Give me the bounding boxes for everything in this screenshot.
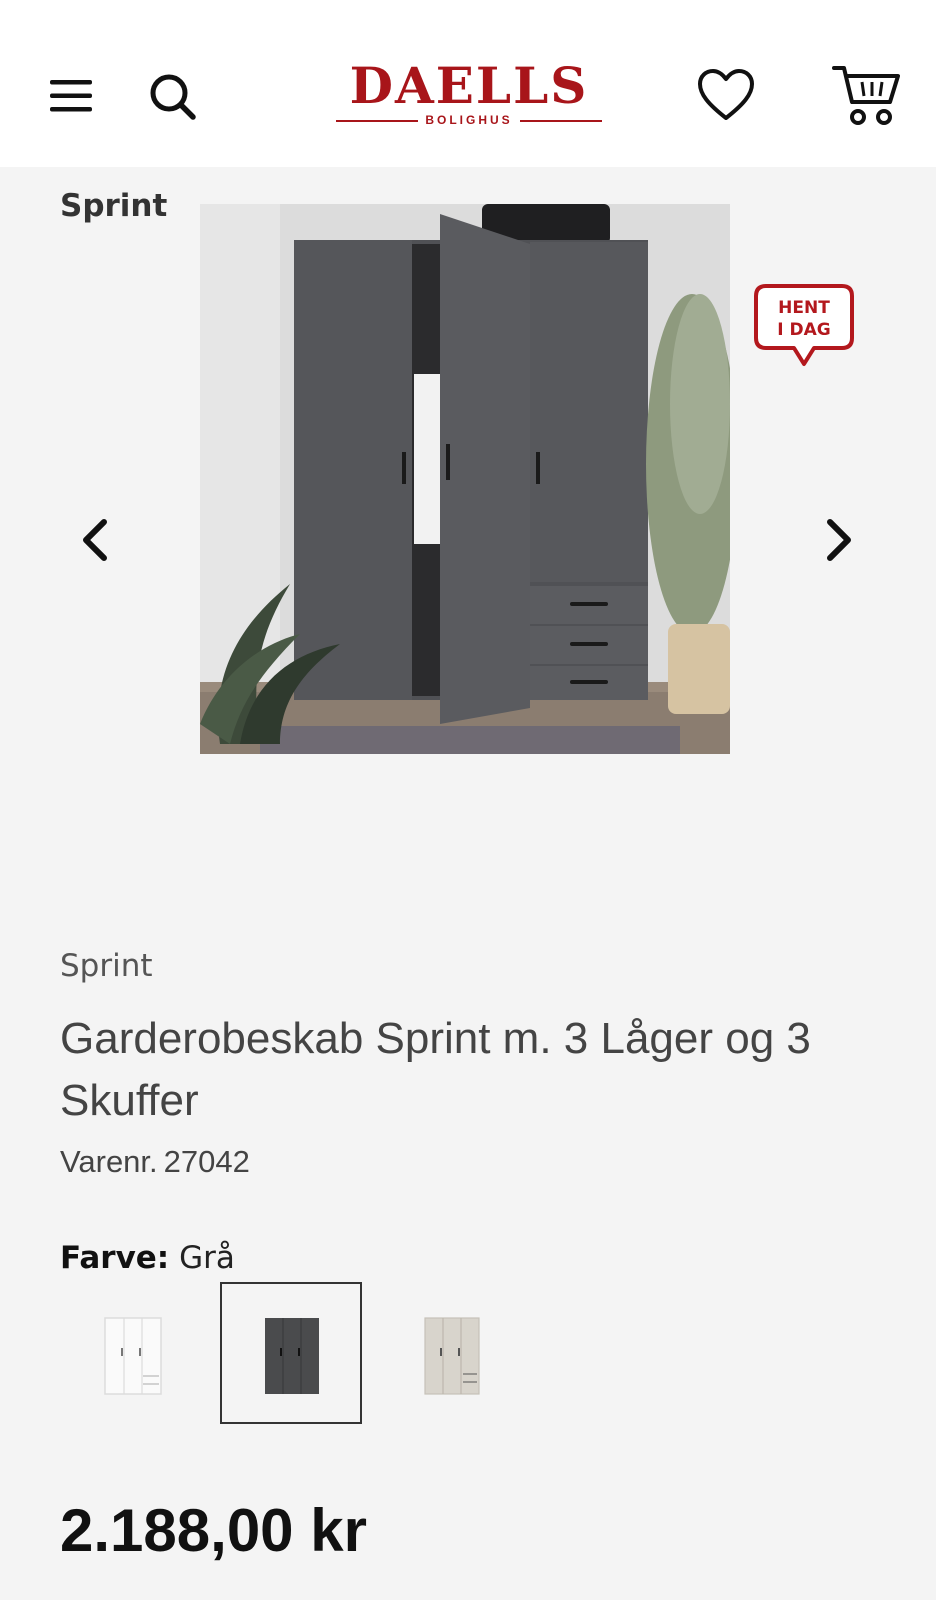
logo-wordmark: DAELLS [349, 56, 589, 115]
badge-line1: HENT [778, 298, 830, 318]
badge-line2: I DAG [777, 320, 830, 340]
color-value: Grå [179, 1240, 235, 1276]
color-swatch-beige[interactable] [380, 1282, 522, 1424]
site-logo[interactable]: DAELLS BOLIGHUS [336, 58, 602, 130]
logo-subline: BOLIGHUS [336, 110, 602, 130]
pickup-today-badge: HENT I DAG [752, 284, 856, 368]
product-title: Garderobeskab Sprint m. 3 Låger og 3 Sku… [60, 1014, 811, 1125]
heart-icon[interactable] [696, 66, 756, 126]
product-image[interactable] [200, 204, 730, 754]
chevron-left-icon[interactable] [76, 514, 116, 566]
product-sku: Varenr. 27042 [60, 1144, 250, 1180]
color-swatch-white[interactable] [62, 1282, 204, 1424]
product-gallery [96, 196, 843, 778]
chevron-right-icon[interactable] [818, 514, 858, 566]
product-brand[interactable]: Sprint [60, 948, 153, 984]
color-swatch-grey[interactable] [220, 1282, 362, 1424]
search-icon[interactable] [146, 70, 200, 124]
menu-icon[interactable] [48, 76, 94, 116]
sku-label: Varenr. [60, 1144, 158, 1179]
color-selector-label: Farve: Grå [60, 1240, 235, 1276]
site-header: DAELLS BOLIGHUS [0, 0, 936, 167]
sku-value: 27042 [163, 1144, 250, 1179]
product-price: 2.188,00 kr [60, 1497, 367, 1564]
cart-icon[interactable] [832, 62, 900, 130]
color-label: Farve: [60, 1240, 170, 1276]
